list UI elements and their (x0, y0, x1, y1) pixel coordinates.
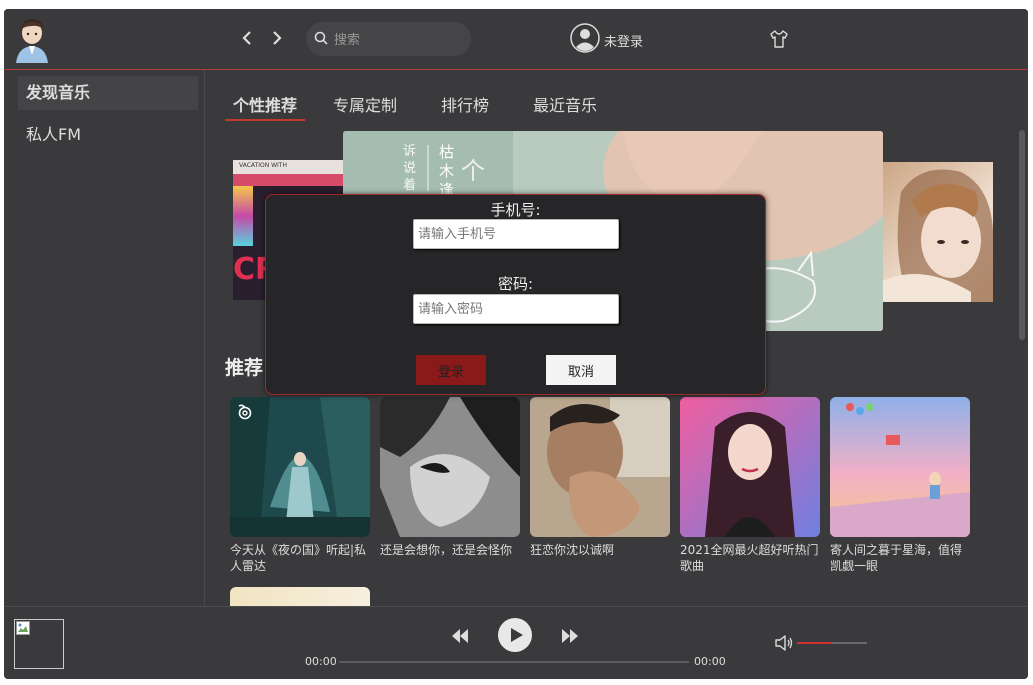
playlist-title[interactable]: 狂恋你沈以诚啊 (530, 542, 670, 558)
playlist-cover[interactable] (230, 397, 370, 537)
forward-arrow-icon[interactable] (270, 29, 284, 47)
app-logo-avatar-icon (12, 15, 52, 63)
banner-center-text-1: 诉说着 (403, 144, 417, 193)
current-time: 00:00 (305, 655, 337, 668)
phone-label: 手机号: (490, 201, 541, 219)
playlist-card-partial[interactable] (230, 587, 370, 606)
playlist-title[interactable]: 寄人间之暮于星海，值得凯觑一眼 (830, 542, 970, 574)
tshirt-skin-icon[interactable] (769, 29, 789, 49)
now-playing-cover[interactable] (14, 619, 64, 669)
playlist-cover[interactable] (830, 397, 970, 537)
volume-level (797, 642, 832, 644)
recommended-playlists-title: 推荐 (225, 357, 264, 379)
banner-center-text-2: 枯木逢 (439, 143, 455, 199)
login-button[interactable]: 登录 (416, 355, 486, 385)
player-bar: 00:00 00:00 (4, 606, 1028, 679)
tab-rankings[interactable]: 排行榜 (441, 92, 489, 116)
banner-left-text: VACATION WITH (239, 162, 287, 169)
playlist-card[interactable]: 今天从《夜の国》听起|私人雷达 (230, 397, 370, 574)
scrollbar[interactable] (1019, 130, 1025, 340)
tab-personal-recommend[interactable]: 个性推荐 (233, 92, 297, 116)
playlist-card[interactable]: 还是会想你，还是会怪你 (380, 397, 520, 558)
playlist-card[interactable]: 2021全网最火超好听热门歌曲 (680, 397, 820, 574)
playlist-title[interactable]: 2021全网最火超好听热门歌曲 (680, 542, 820, 574)
volume-icon[interactable] (775, 635, 793, 651)
playlist-cover[interactable] (530, 397, 670, 537)
sidebar-item-personal-fm[interactable]: 私人FM (18, 118, 198, 152)
playlist-card[interactable]: 寄人间之暮于星海，值得凯觑一眼 (830, 397, 970, 574)
radar-icon (238, 404, 252, 420)
playlist-card[interactable]: 狂恋你沈以诚啊 (530, 397, 670, 558)
back-arrow-icon[interactable] (240, 29, 254, 47)
broken-image-icon (16, 621, 30, 635)
search-box[interactable] (306, 22, 471, 56)
play-button-icon[interactable] (498, 618, 532, 652)
playlist-title[interactable]: 还是会想你，还是会怪你 (380, 542, 520, 558)
cancel-button[interactable]: 取消 (546, 355, 616, 385)
playlist-cover[interactable] (680, 397, 820, 537)
password-input[interactable] (413, 294, 619, 324)
user-login-status[interactable]: 未登录 (604, 31, 643, 50)
banner-center-text-3: 个 (461, 157, 485, 185)
login-modal: 手机号: 密码: 登录 取消 (265, 194, 766, 395)
next-track-icon[interactable] (562, 629, 578, 643)
volume-slider[interactable] (797, 642, 867, 644)
tab-recent-music[interactable]: 最近音乐 (533, 92, 597, 116)
top-header: 未登录 (4, 9, 1028, 70)
phone-input[interactable] (413, 219, 619, 249)
previous-track-icon[interactable] (452, 629, 468, 643)
user-avatar-icon[interactable] (570, 23, 600, 53)
search-icon (314, 31, 328, 45)
total-time: 00:00 (694, 655, 726, 668)
playlist-title[interactable]: 今天从《夜の国》听起|私人雷达 (230, 542, 370, 574)
search-input[interactable] (332, 29, 466, 51)
playlist-cover[interactable] (380, 397, 520, 537)
password-label: 密码: (497, 275, 534, 293)
active-tab-indicator (225, 119, 305, 121)
progress-bar[interactable] (339, 661, 689, 663)
sidebar: 发现音乐 私人FM (4, 70, 205, 606)
sidebar-item-discover[interactable]: 发现音乐 (18, 76, 198, 110)
tab-exclusive-custom[interactable]: 专属定制 (333, 92, 397, 116)
banner-right[interactable] (881, 162, 993, 302)
